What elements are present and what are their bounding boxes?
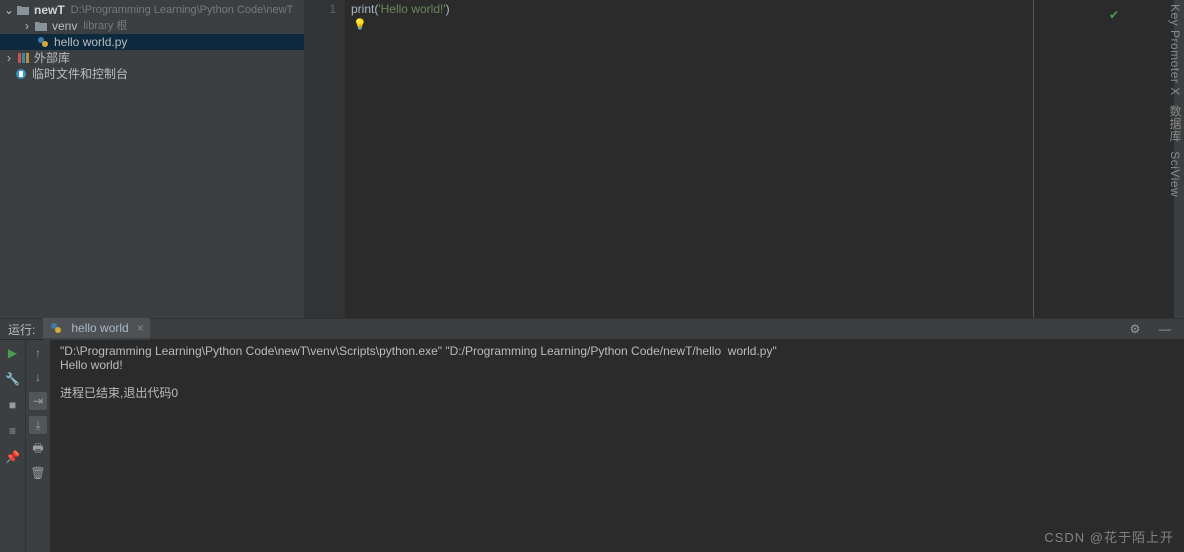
scroll-end-icon[interactable]: ⤓: [29, 416, 47, 434]
intention-bulb-icon[interactable]: 💡: [353, 18, 367, 31]
run-label: 运行:: [8, 321, 35, 338]
python-file-icon: [36, 35, 50, 49]
venv-label: venv: [52, 18, 77, 34]
minimize-icon[interactable]: —: [1156, 320, 1174, 338]
tree-scratch[interactable]: 临时文件和控制台: [0, 66, 304, 82]
run-tab-label: hello world: [71, 321, 128, 335]
ext-libs-label: 外部库: [34, 50, 70, 66]
run-toolbar-left: ▶ 🔧 ■ ≡ 📌: [0, 340, 25, 552]
stop-button[interactable]: ■: [4, 396, 22, 414]
scratch-label: 临时文件和控制台: [32, 66, 128, 82]
run-header-actions: ⚙ —: [1126, 320, 1184, 338]
code-close: ): [446, 2, 450, 16]
right-toolwindow-bar[interactable]: Key Promoter X 数据库 SciView: [1174, 0, 1184, 318]
file-label: hello world.py: [54, 34, 127, 50]
right-bar-sciview[interactable]: SciView: [1168, 151, 1182, 197]
tree-root[interactable]: ⌄ newT D:\Programming Learning\Python Co…: [0, 2, 304, 18]
run-toolbar-console: ↑ ↓ ⇥ ⤓ 🖶 🗑: [25, 340, 50, 552]
python-icon: [49, 321, 63, 335]
trash-icon[interactable]: 🗑: [29, 464, 47, 482]
venv-hint: library 根: [83, 18, 127, 34]
gear-icon[interactable]: ⚙: [1126, 320, 1144, 338]
code-call: print(: [351, 2, 378, 16]
print-icon[interactable]: 🖶: [29, 440, 47, 458]
code-area[interactable]: print('Hello world!') 💡: [345, 0, 1034, 318]
pin-icon[interactable]: 📌: [4, 448, 22, 466]
folder-icon: [16, 4, 30, 16]
project-path: D:\Programming Learning\Python Code\newT: [71, 2, 294, 18]
console-line: "D:\Programming Learning\Python Code\new…: [60, 344, 777, 358]
project-name: newT: [34, 2, 65, 18]
run-panel: ▶ 🔧 ■ ≡ 📌 ↑ ↓ ⇥ ⤓ 🖶 🗑 "D:\Programming Le…: [0, 340, 1184, 552]
layout-icon[interactable]: ≡: [4, 422, 22, 440]
chevron-right-icon[interactable]: ›: [4, 50, 14, 66]
chevron-right-icon[interactable]: ›: [22, 18, 32, 34]
run-panel-header: 运行: hello world × ⚙ —: [0, 318, 1184, 340]
editor-right-margin: ✔: [1034, 0, 1184, 318]
close-icon[interactable]: ×: [137, 321, 144, 335]
console-line: Hello world!: [60, 358, 123, 372]
tree-ext-libs[interactable]: › 外部库: [0, 50, 304, 66]
code-string: 'Hello world!': [378, 2, 445, 16]
editor: 1 print('Hello world!') 💡 ✔: [305, 0, 1184, 318]
folder-icon: [34, 20, 48, 32]
project-tree: ⌄ newT D:\Programming Learning\Python Co…: [0, 0, 304, 82]
chevron-down-icon[interactable]: ⌄: [4, 2, 14, 18]
right-bar-database[interactable]: 数据库: [1168, 105, 1182, 143]
rerun-button[interactable]: ▶: [4, 344, 22, 362]
analysis-ok-icon[interactable]: ✔: [1109, 8, 1119, 22]
up-arrow-icon[interactable]: ↑: [29, 344, 47, 362]
down-arrow-icon[interactable]: ↓: [29, 368, 47, 386]
watermark: CSDN @花于陌上开: [1044, 527, 1174, 546]
tree-file-selected[interactable]: hello world.py: [0, 34, 304, 50]
project-sidebar: ⌄ newT D:\Programming Learning\Python Co…: [0, 0, 305, 318]
right-bar-key-promoter[interactable]: Key Promoter X: [1168, 4, 1182, 96]
run-config-tab[interactable]: hello world ×: [43, 318, 149, 340]
soft-wrap-icon[interactable]: ⇥: [29, 392, 47, 410]
tree-venv[interactable]: › venv library 根: [0, 18, 304, 34]
main-split: ⌄ newT D:\Programming Learning\Python Co…: [0, 0, 1184, 318]
console-output[interactable]: "D:\Programming Learning\Python Code\new…: [50, 340, 1184, 552]
console-exit-line: 进程已结束,退出代码0: [60, 386, 178, 400]
scratch-icon: [14, 67, 28, 81]
editor-gutter: 1: [305, 0, 345, 318]
line-number: 1: [305, 2, 336, 16]
library-icon: [16, 51, 30, 65]
wrench-icon[interactable]: 🔧: [4, 370, 22, 388]
